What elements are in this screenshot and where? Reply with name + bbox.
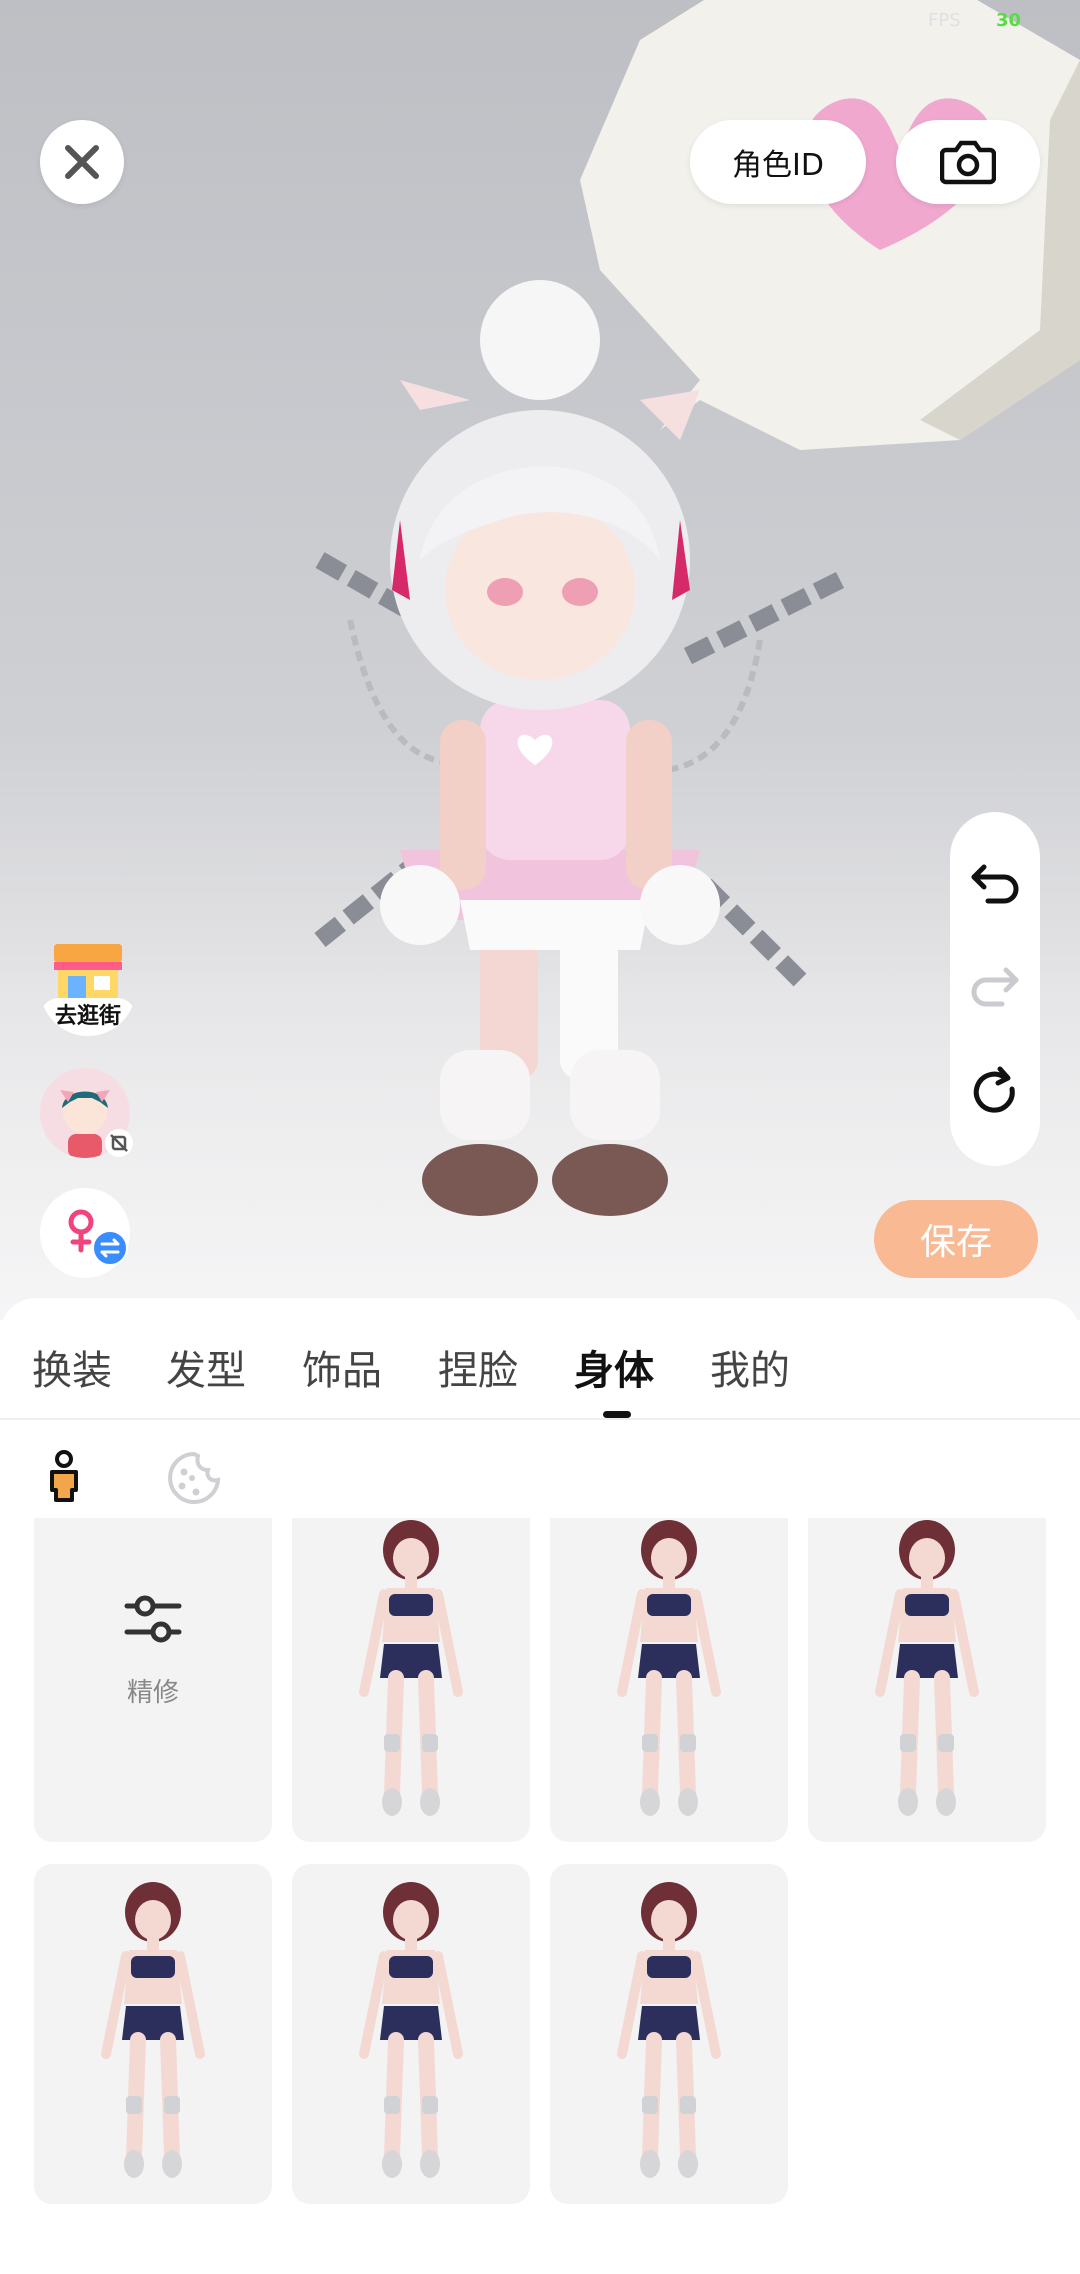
character-viewport[interactable]: FPS 30 角色ID 保存 去逛街 — [0, 0, 1080, 1320]
camera-button[interactable] — [896, 120, 1040, 204]
refine-label: 精修 — [126, 1678, 179, 1708]
go-shopping-button[interactable]: 去逛街 — [40, 932, 136, 1036]
tab-accessories[interactable]: 饰品 — [302, 1338, 382, 1396]
body-figure-icon — [359, 1520, 463, 1816]
body-preset-card[interactable] — [34, 1864, 272, 2204]
fps-value: 30 — [996, 10, 1022, 31]
fps-label: FPS — [928, 10, 961, 31]
hidden-badge-icon — [105, 1129, 133, 1157]
body-preset-card[interactable] — [292, 1864, 530, 2204]
body-preset-grid: 精修 — [0, 1518, 1080, 2274]
body-preset-card[interactable] — [550, 1518, 788, 1842]
redo-icon[interactable] — [968, 962, 1022, 1012]
body-preset-card[interactable] — [808, 1518, 1046, 1842]
refine-card[interactable]: 精修 — [34, 1518, 272, 1842]
close-button[interactable] — [40, 120, 124, 204]
body-figure-icon — [617, 1882, 721, 2178]
active-tab-indicator — [603, 1411, 631, 1418]
role-id-label: 角色ID — [732, 148, 824, 183]
reset-icon[interactable] — [968, 1065, 1022, 1119]
go-shopping-label: 去逛街 — [40, 998, 136, 1036]
tabs-divider — [0, 1418, 1080, 1420]
tab-face[interactable]: 捏脸 — [438, 1338, 518, 1396]
tab-hairstyle[interactable]: 发型 — [166, 1338, 246, 1396]
body-shape-icon[interactable] — [44, 1450, 84, 1504]
swap-icon — [92, 1230, 128, 1266]
tab-body[interactable]: 身体 — [574, 1338, 654, 1396]
role-id-button[interactable]: 角色ID — [690, 120, 866, 204]
history-panel — [950, 812, 1040, 1166]
body-preset-card[interactable] — [292, 1518, 530, 1842]
body-figure-icon — [875, 1520, 979, 1816]
close-icon — [65, 145, 99, 179]
undo-icon[interactable] — [968, 859, 1022, 909]
tab-mine[interactable]: 我的 — [710, 1338, 790, 1396]
skin-palette-icon[interactable] — [166, 1450, 222, 1506]
body-preset-card[interactable] — [550, 1864, 788, 2204]
editor-panel: 换装 发型 饰品 捏脸 身体 我的 精修 — [0, 1298, 1080, 2274]
camera-icon — [940, 140, 996, 185]
body-figure-icon — [617, 1520, 721, 1816]
body-figure-icon — [101, 1882, 205, 2178]
category-tabs: 换装 发型 饰品 捏脸 身体 我的 — [0, 1298, 1080, 1418]
body-figure-icon — [359, 1882, 463, 2178]
save-button[interactable]: 保存 — [874, 1200, 1038, 1278]
sliders-icon — [124, 1595, 182, 1643]
tab-outfit[interactable]: 换装 — [32, 1338, 112, 1396]
